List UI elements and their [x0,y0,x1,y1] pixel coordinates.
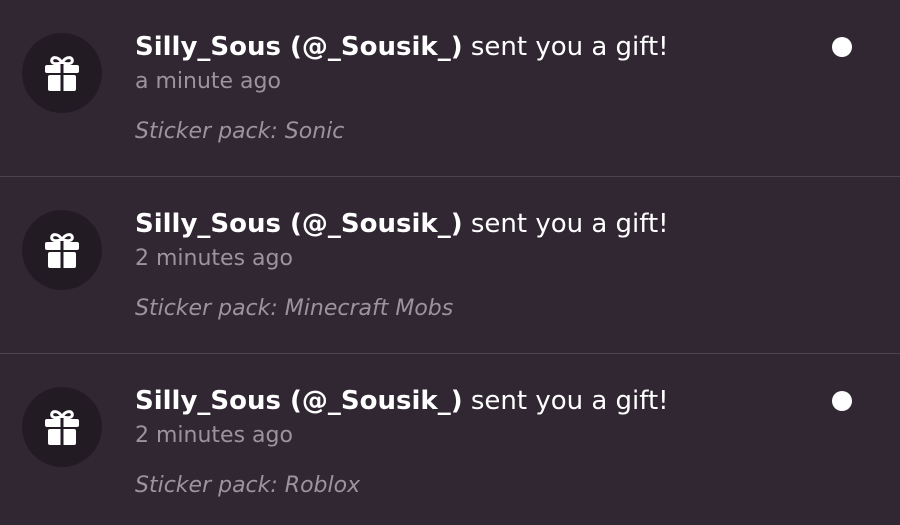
sender-name: Silly_Sous (@_Sousik_) [135,209,463,239]
notification-detail: Sticker pack: Roblox [135,473,361,498]
gift-avatar [22,33,102,113]
notification-time: a minute ago [135,69,281,94]
notification-action: sent you a gift! [470,209,669,239]
gift-icon [45,56,79,92]
unread-dot [832,37,852,57]
notification-item[interactable]: Silly_Sous (@_Sousik_) sent you a gift! … [0,0,900,177]
notification-detail: Sticker pack: Sonic [135,119,345,144]
notification-time: 2 minutes ago [135,246,293,271]
unread-dot [832,391,852,411]
sender-name: Silly_Sous (@_Sousik_) [135,32,463,62]
notification-item[interactable]: Silly_Sous (@_Sousik_) sent you a gift! … [0,354,900,525]
notification-title: Silly_Sous (@_Sousik_) sent you a gift! [135,384,669,418]
sender-name: Silly_Sous (@_Sousik_) [135,386,463,416]
notification-detail: Sticker pack: Minecraft Mobs [135,296,454,321]
gift-icon [45,410,79,446]
gift-icon [45,233,79,269]
gift-avatar [22,387,102,467]
notification-action: sent you a gift! [470,32,669,62]
notification-title: Silly_Sous (@_Sousik_) sent you a gift! [135,30,669,64]
notification-list: Silly_Sous (@_Sousik_) sent you a gift! … [0,0,900,525]
notification-time: 2 minutes ago [135,423,293,448]
notification-title: Silly_Sous (@_Sousik_) sent you a gift! [135,207,669,241]
notification-item[interactable]: Silly_Sous (@_Sousik_) sent you a gift! … [0,177,900,354]
notification-action: sent you a gift! [470,386,669,416]
gift-avatar [22,210,102,290]
